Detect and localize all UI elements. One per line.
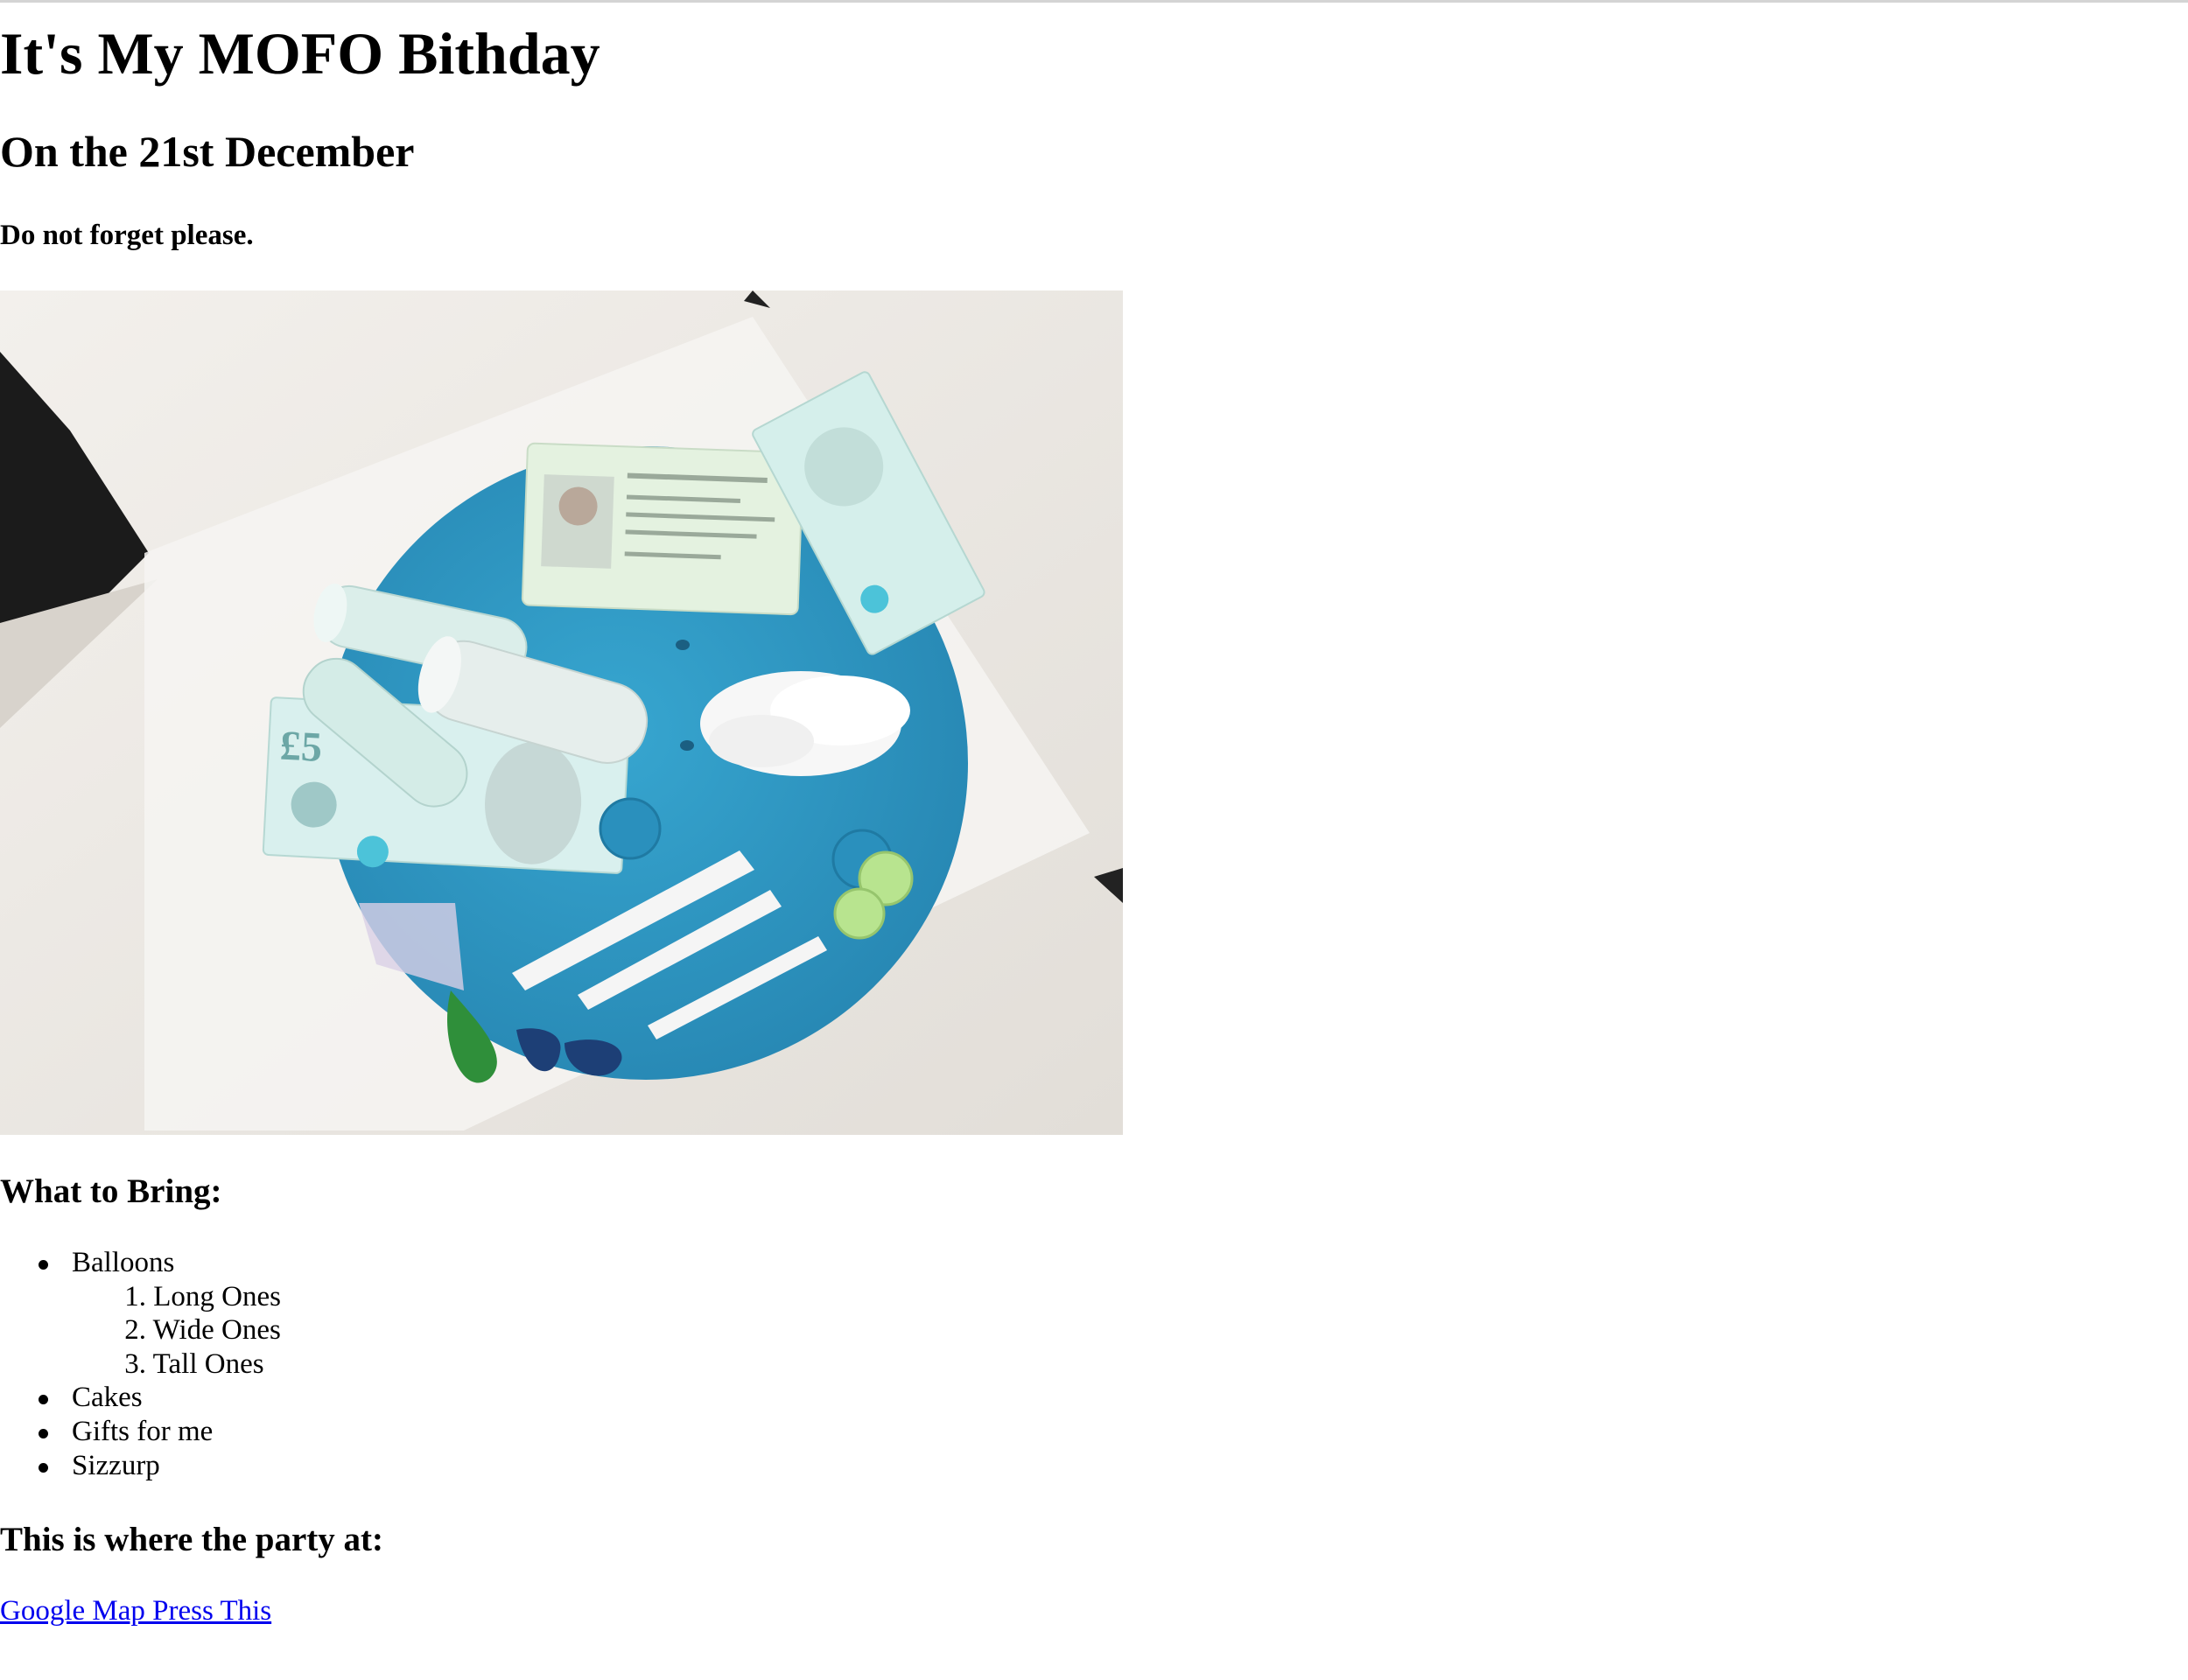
bullet-icon [39, 1395, 48, 1405]
sublist-item: 1. Long Ones [72, 1280, 281, 1314]
list-item-label: Balloons [72, 1247, 175, 1278]
reminder-note: Do not forget please. [0, 220, 254, 251]
sublist-label: Tall Ones [152, 1348, 264, 1380]
svg-text:£5: £5 [279, 723, 324, 771]
party-heading: This is where the party at: [0, 1521, 384, 1558]
cake-photo: £5 [0, 290, 1123, 1135]
bring-heading: What to Bring: [0, 1172, 222, 1210]
list-item: Sizzurp [0, 1449, 281, 1483]
bullet-icon [39, 1260, 48, 1270]
list-item: Gifts for me [0, 1415, 281, 1449]
date-heading: On the 21st December [0, 127, 415, 176]
sublist-number: 2. [124, 1314, 146, 1347]
top-rule [0, 0, 2188, 3]
bullet-icon [39, 1462, 48, 1473]
list-item: Cakes [0, 1381, 281, 1415]
bullet-icon [39, 1428, 48, 1438]
sublist-item: 3. Tall Ones [72, 1348, 281, 1382]
sublist-label: Wide Ones [152, 1314, 281, 1347]
list-item-label: Sizzurp [72, 1449, 160, 1481]
balloons-sublist: 1. Long Ones 2. Wide Ones 3. Tall Ones [72, 1280, 281, 1382]
bring-list: Balloons 1. Long Ones 2. Wide Ones 3. Ta… [0, 1246, 281, 1482]
sublist-label: Long Ones [153, 1280, 281, 1312]
sublist-item: 2. Wide Ones [72, 1313, 281, 1348]
list-item: Balloons 1. Long Ones 2. Wide Ones 3. Ta… [0, 1246, 281, 1381]
list-item-label: Gifts for me [72, 1415, 214, 1447]
page-title: It's My MOFO Bithday [0, 20, 600, 87]
list-item-label: Cakes [72, 1382, 143, 1414]
google-map-link[interactable]: Google Map Press This [0, 1594, 271, 1628]
sublist-number: 1. [124, 1280, 146, 1312]
sublist-number: 3. [124, 1348, 146, 1380]
